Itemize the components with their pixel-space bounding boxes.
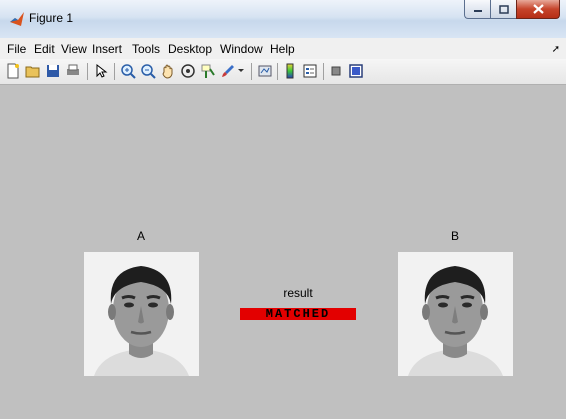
face-image-b — [398, 252, 513, 376]
insert-colorbar-button[interactable] — [281, 62, 299, 80]
zoom-in-icon — [121, 64, 136, 79]
dock-figure-icon[interactable]: ➚ — [552, 44, 560, 55]
toolbar-separator — [87, 63, 88, 80]
link-plot-icon — [258, 65, 272, 77]
toolbar-separator — [323, 63, 324, 80]
open-file-button[interactable] — [24, 62, 42, 80]
data-cursor-icon — [201, 64, 215, 78]
face-image-a — [84, 252, 199, 376]
brush-icon — [222, 65, 234, 77]
maximize-icon — [498, 4, 509, 14]
zoom-out-icon — [141, 64, 156, 79]
menu-desktop[interactable]: Desktop — [168, 42, 212, 56]
chevron-down-icon — [238, 69, 244, 72]
zoom-in-button[interactable] — [119, 62, 137, 80]
maximize-button[interactable] — [490, 0, 516, 19]
menu-tools[interactable]: Tools — [132, 42, 160, 56]
insert-legend-icon — [303, 64, 317, 78]
result-label: result — [283, 286, 313, 300]
toolbar-separator — [251, 63, 252, 80]
hide-plot-tools-button[interactable] — [327, 62, 345, 80]
minimize-icon — [473, 10, 482, 12]
open-file-icon — [25, 66, 40, 78]
menu-insert[interactable]: Insert — [92, 42, 122, 56]
menu-window[interactable]: Window — [220, 42, 263, 56]
edit-plot-button[interactable] — [92, 62, 110, 80]
minimize-button[interactable] — [464, 0, 490, 19]
edit-plot-icon — [96, 63, 108, 78]
menu-view[interactable]: View — [61, 42, 87, 56]
close-icon — [532, 4, 544, 14]
save-figure-button[interactable] — [44, 62, 62, 80]
window-title: Figure 1 — [29, 11, 74, 25]
new-figure-icon — [7, 63, 19, 79]
match-result-text: MATCHED — [240, 308, 356, 320]
hide-plot-tools-icon — [331, 66, 341, 76]
show-plot-tools-button[interactable] — [347, 62, 365, 80]
brush-menu-button[interactable] — [236, 62, 246, 80]
close-button[interactable] — [516, 0, 560, 19]
print-figure-icon — [67, 64, 79, 75]
insert-legend-button[interactable] — [301, 62, 319, 80]
data-cursor-button[interactable] — [199, 62, 217, 80]
link-plot-button[interactable] — [256, 62, 274, 80]
title-bar: Figure 1 — [0, 0, 566, 38]
insert-colorbar-icon — [286, 63, 294, 79]
pan-button[interactable] — [159, 62, 177, 80]
figure-canvas: A result MATCHED B — [0, 85, 566, 419]
print-figure-button[interactable] — [64, 62, 82, 80]
rotate-3d-button[interactable] — [179, 62, 197, 80]
save-figure-icon — [47, 65, 59, 77]
menu-bar: File Edit View Insert Tools Desktop Wind… — [0, 38, 566, 59]
menu-file[interactable]: File — [7, 42, 26, 56]
zoom-out-button[interactable] — [139, 62, 157, 80]
pan-icon — [162, 64, 173, 79]
axes-a-title: A — [136, 229, 145, 243]
toolbar-separator — [277, 63, 278, 80]
menu-help[interactable]: Help — [270, 42, 295, 56]
menu-edit[interactable]: Edit — [34, 42, 55, 56]
figure-toolbar — [0, 59, 566, 85]
matlab-logo-icon — [10, 12, 24, 26]
show-plot-tools-icon — [349, 64, 363, 78]
window-controls — [464, 0, 560, 19]
axes-b-title: B — [450, 229, 459, 243]
new-figure-button[interactable] — [4, 62, 22, 80]
toolbar-separator — [114, 63, 115, 80]
rotate-3d-icon — [181, 64, 195, 78]
brush-button[interactable] — [219, 62, 237, 80]
